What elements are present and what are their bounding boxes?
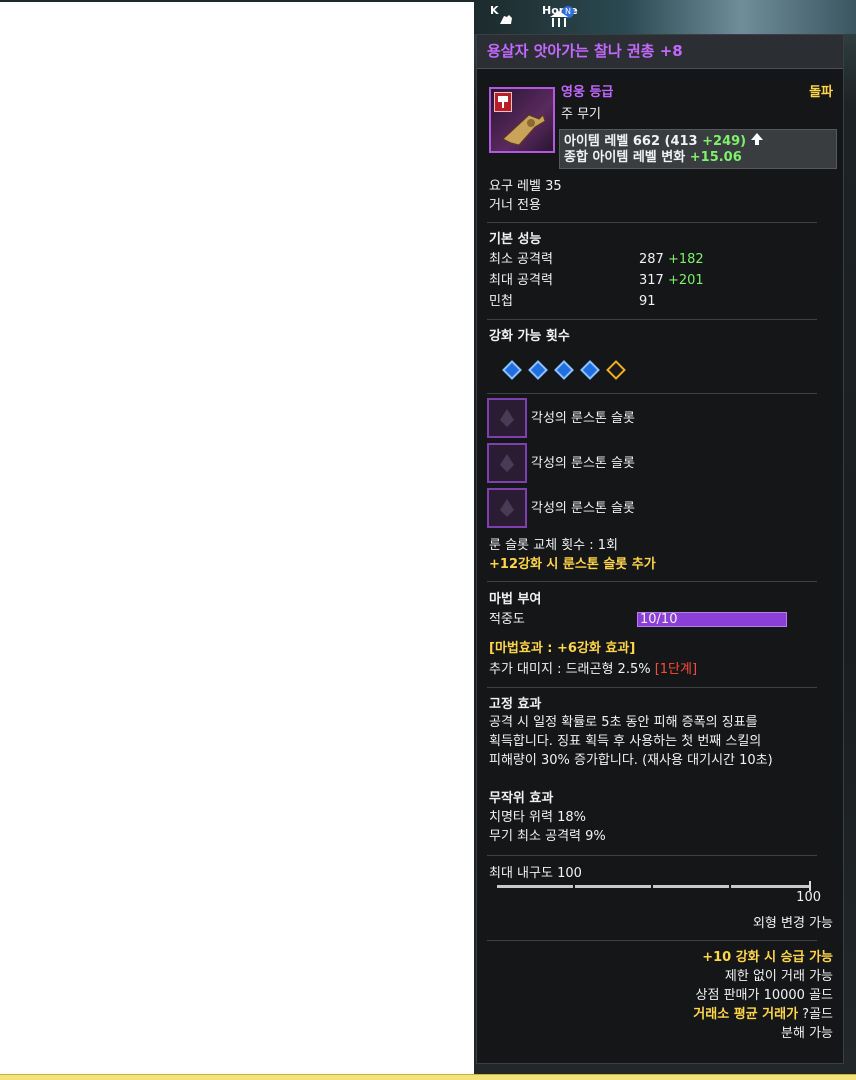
class-restriction: 거너 전용 — [489, 198, 541, 213]
durability-value: 100 — [796, 890, 821, 905]
total-level-change-value: +15.06 — [689, 150, 742, 165]
market-price-label: 거래소 평균 거래가 — [693, 1007, 799, 1022]
rune-slot-bonus-note: +12강화 시 룬스톤 슬롯 추가 — [489, 557, 656, 572]
total-level-change-label: 종합 아이템 레벨 변화 — [564, 150, 686, 165]
enhance-gem-filled-icon — [554, 360, 574, 380]
rune-swap-count: 룬 슬롯 교체 횟수 : 1회 — [489, 538, 618, 553]
enhance-gem-filled-icon — [528, 360, 548, 380]
rune-slot-label: 각성의 룬스톤 슬롯 — [531, 501, 635, 516]
random-effect-header: 무작위 효과 — [489, 791, 554, 806]
rune-slot-icon — [487, 443, 527, 483]
stat-label: 최소 공격력 — [489, 252, 553, 267]
fist-icon — [500, 15, 512, 24]
stat-value: 317 — [639, 273, 664, 288]
basic-stats-header: 기본 성능 — [489, 232, 542, 247]
item-grade: 영웅 등급 — [561, 85, 614, 100]
durability-label: 최대 내구도 100 — [489, 866, 582, 881]
fist-hotkey-button[interactable]: K — [488, 2, 524, 32]
trade-note: 제한 없이 거래 가능 — [724, 969, 833, 984]
durability-bar-segment — [653, 885, 729, 888]
stat-value: 91 — [639, 294, 656, 309]
hud-top-bar: K Home N — [474, 0, 856, 34]
enhance-gem-empty-icon — [606, 360, 626, 380]
divider — [487, 940, 817, 941]
divider — [487, 687, 817, 688]
top-edge-line — [0, 0, 474, 2]
divider — [487, 393, 817, 394]
durability-bar-segment — [497, 885, 573, 888]
fixed-effect-header: 고정 효과 — [489, 697, 542, 712]
rune-slot-icon — [487, 488, 527, 528]
bottom-notification-strip — [0, 1074, 856, 1080]
dismantle-note: 분해 가능 — [781, 1026, 833, 1041]
item-level-label: 아이템 레벨 662 (413 — [564, 134, 698, 149]
stat-bonus: +201 — [667, 273, 704, 288]
precision-value: 10/10 — [640, 612, 678, 627]
random-effect-line: 치명타 위력 18% — [489, 810, 586, 825]
divider — [487, 222, 817, 223]
rune-slot-icon — [487, 398, 527, 438]
durability-bar-segment — [575, 885, 651, 888]
market-price-value: ?골드 — [802, 1007, 833, 1022]
required-level: 요구 레벨 35 — [489, 179, 562, 194]
appearance-change: 외형 변경 가능 — [752, 916, 833, 931]
enhance-header: 강화 가능 횟수 — [489, 329, 570, 344]
random-effect-line: 무기 최소 공격력 9% — [489, 829, 606, 844]
magic-header: 마법 부여 — [489, 592, 542, 607]
magic-effect-title: [마법효과 : +6강화 효과] — [489, 641, 636, 656]
stat-value: 287 — [639, 252, 664, 267]
enhance-gem-filled-icon — [502, 360, 522, 380]
fixed-effect-line: 공격 시 일정 확률로 5초 동안 피해 증폭의 징표를 — [489, 715, 758, 730]
item-level-box: 아이템 레벨 662 (413 +249) 종합 아이템 레벨 변화 +15.0… — [559, 129, 837, 169]
divider — [487, 319, 817, 320]
item-type: 주 무기 — [561, 107, 602, 122]
arrow-up-icon — [750, 133, 763, 145]
upgrade-note: +10 강화 시 승급 가능 — [702, 950, 833, 965]
rune-slot-label: 각성의 룬스톤 슬롯 — [531, 456, 635, 471]
stat-bonus: +182 — [667, 252, 704, 267]
stat-label: 최대 공격력 — [489, 273, 553, 288]
precision-bar: 10/10 — [637, 612, 787, 627]
precision-label: 적중도 — [489, 612, 525, 627]
tooltip-title-bar: 용살자 앗아가는 찰나 권총 +8 — [477, 35, 843, 69]
fixed-effect-line: 피해량이 30% 증가합니다. (재사용 대기시간 10초) — [489, 753, 773, 768]
home-hotkey-button[interactable]: Home N — [540, 2, 578, 32]
shop-price: 상점 판매가 10000 골드 — [695, 988, 833, 1003]
magic-effect-text: 추가 대미지 : 드래곤형 2.5% — [489, 662, 651, 677]
stat-label: 민첩 — [489, 294, 513, 309]
magic-effect-stage: [1단계] — [654, 662, 698, 677]
divider — [487, 581, 817, 582]
item-name: 용살자 앗아가는 찰나 권총 +8 — [487, 42, 683, 60]
fixed-effect-line: 획득합니다. 징표 획득 후 사용하는 첫 번째 스킬의 — [489, 734, 762, 749]
item-tooltip: 용살자 앗아가는 찰나 권총 +8 영웅 등급 돌파 주 무기 아이템 레벨 6… — [476, 34, 844, 1064]
enhance-gem-filled-icon — [580, 360, 600, 380]
rune-slot-label: 각성의 룬스톤 슬롯 — [531, 411, 635, 426]
item-icon — [489, 87, 555, 153]
durability-bar-segment — [731, 885, 809, 888]
pistol-icon — [502, 114, 546, 146]
temple-icon — [550, 11, 568, 27]
divider — [487, 855, 817, 856]
breakthrough-label: 돌파 — [809, 85, 833, 100]
item-level-bonus: +249) — [702, 134, 747, 149]
